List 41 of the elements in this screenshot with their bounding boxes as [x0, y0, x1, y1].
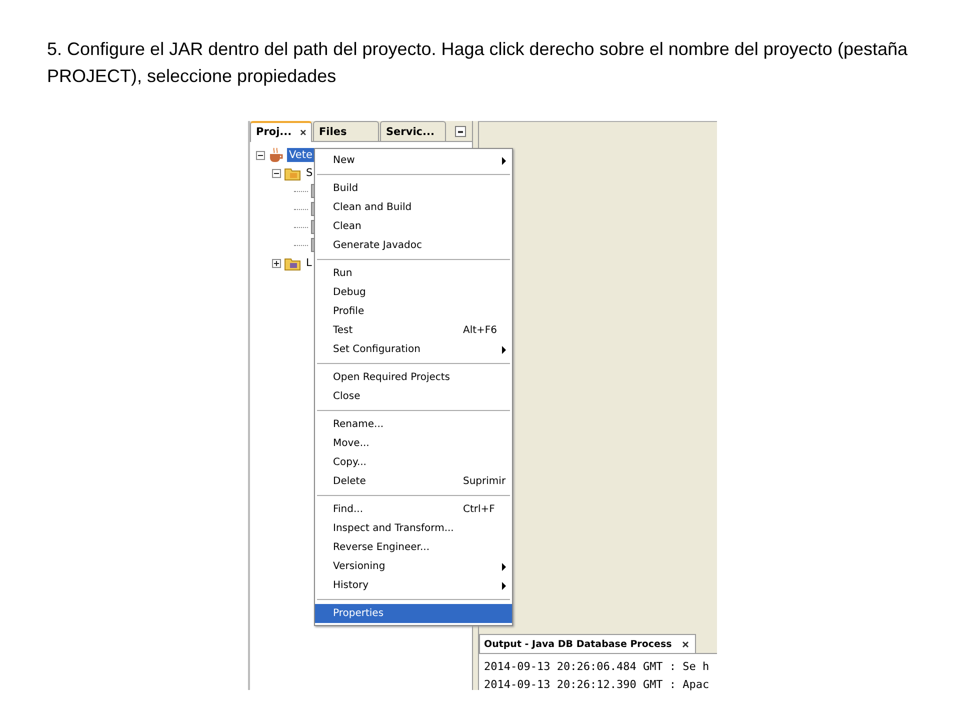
menu-item[interactable]: Test Alt+F6: [315, 321, 512, 340]
menu-item[interactable]: Versioning: [315, 557, 512, 576]
expander-icon[interactable]: [272, 168, 281, 178]
minimize-icon[interactable]: [455, 126, 466, 136]
menu-item[interactable]: Inspect and Transform...: [315, 519, 512, 538]
menu-item[interactable]: New: [315, 151, 512, 170]
output-line: 2014-09-13 20:26:06.484 GMT : Se h: [484, 659, 710, 675]
tab[interactable]: Servic...: [380, 121, 446, 141]
close-icon[interactable]: [300, 128, 306, 136]
expander-icon[interactable]: [256, 150, 265, 160]
menu-item[interactable]: Run: [315, 264, 512, 283]
folder-icon: [284, 256, 301, 270]
menu-item[interactable]: Find... Ctrl+F: [315, 500, 512, 519]
menu-item[interactable]: Close: [315, 387, 512, 406]
menu-item[interactable]: Properties: [315, 604, 512, 623]
cup-icon: [268, 147, 284, 163]
menu-item[interactable]: Clean and Build: [315, 198, 512, 217]
output-line: 2014-09-13 20:26:12.390 GMT : Apac: [484, 677, 710, 693]
menu-item[interactable]: Copy...: [315, 453, 512, 472]
tree-item[interactable]: L: [304, 256, 314, 270]
menu-item[interactable]: Generate Javadoc: [315, 236, 512, 255]
tree-item[interactable]: S: [304, 166, 315, 180]
output-tab[interactable]: Output - Java DB Database Process: [479, 634, 696, 653]
caption-text: 5. Configure el JAR dentro del path del proyecto. Haga click derecho sobre el nombre del proyecto (pestaña PROJECT), seleccione propiedades: [46, 38, 908, 88]
tab[interactable]: Files: [313, 121, 379, 141]
menu-item[interactable]: History: [315, 576, 512, 595]
menu-item[interactable]: Rename...: [315, 415, 512, 434]
menu-item[interactable]: Set Configuration: [315, 340, 512, 359]
menu-item[interactable]: Clean: [315, 217, 512, 236]
close-icon[interactable]: [682, 640, 689, 648]
menu-item[interactable]: Reverse Engineer...: [315, 538, 512, 557]
menu-item[interactable]: Open Required Projects: [315, 368, 512, 387]
menu-item[interactable]: Debug: [315, 283, 512, 302]
folder-icon: [284, 166, 301, 180]
expander-icon[interactable]: [272, 258, 281, 268]
menu-item[interactable]: Build: [315, 179, 512, 198]
menu-item[interactable]: Profile: [315, 302, 512, 321]
menu-item[interactable]: Delete Suprimir: [315, 472, 512, 491]
tree-item[interactable]: Vete: [287, 148, 314, 162]
menu-item[interactable]: Move...: [315, 434, 512, 453]
tab[interactable]: Proj...: [250, 120, 312, 142]
